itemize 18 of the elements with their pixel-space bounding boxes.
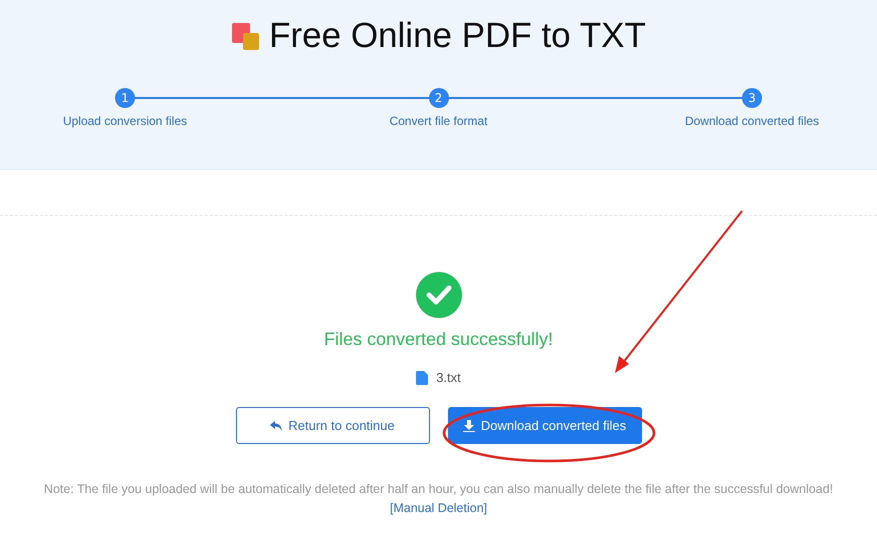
- pdf-to-txt-logo-icon: [231, 21, 262, 51]
- success-message: Files converted successfully!: [324, 329, 554, 350]
- return-button[interactable]: Return to continue: [236, 407, 430, 444]
- reply-arrow-icon: [270, 420, 282, 430]
- step-label: Upload conversion files: [62, 114, 188, 128]
- step-number: 1: [115, 88, 135, 108]
- step-label: Convert file format: [389, 114, 488, 128]
- success-check-icon: [416, 272, 462, 318]
- download-icon: [462, 420, 475, 432]
- text-file-icon: [416, 370, 428, 384]
- step-number: 2: [428, 88, 448, 108]
- file-name: 3.txt: [436, 370, 461, 385]
- manual-deletion-link[interactable]: [Manual Deletion]: [390, 501, 488, 515]
- note-text: Note: The file you uploaded will be automatically deleted after half an hour, you can also manually delete the file after the successful download!: [44, 481, 834, 498]
- page-title: Free Online PDF to TXT: [269, 15, 646, 57]
- download-button[interactable]: Download converted files: [448, 407, 642, 444]
- step-label: Download converted files: [684, 114, 820, 128]
- step-number: 3: [742, 88, 762, 108]
